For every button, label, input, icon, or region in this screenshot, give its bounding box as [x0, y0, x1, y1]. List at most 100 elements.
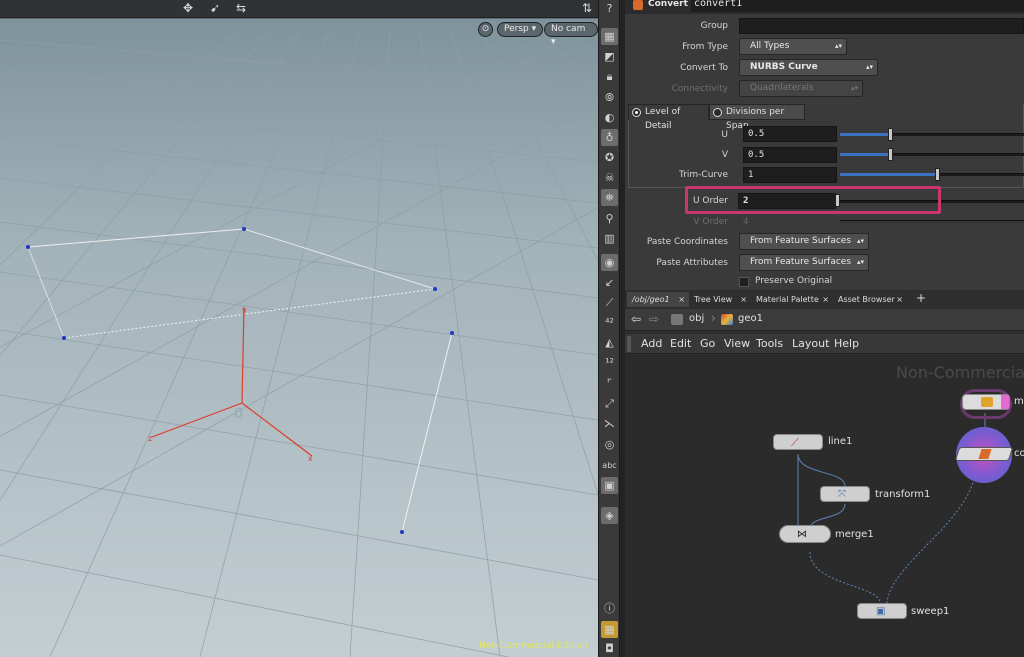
- menu-add[interactable]: Add: [641, 337, 662, 350]
- handles-tool-icon[interactable]: ⇆: [232, 0, 250, 16]
- convert-to-dropdown[interactable]: NURBS Curve ▴▾: [739, 59, 878, 76]
- node-name-field[interactable]: convert1: [691, 0, 1024, 12]
- scale-icon[interactable]: ⤢: [601, 395, 618, 412]
- merge-node-icon: ⋈: [797, 529, 807, 540]
- primitive-numbers-icon[interactable]: ◭: [601, 334, 618, 351]
- close-icon[interactable]: ×: [822, 292, 829, 307]
- node-sweep1[interactable]: ▣: [857, 603, 907, 619]
- menu-layout[interactable]: Layout: [792, 337, 829, 350]
- reference-icon[interactable]: ◈: [601, 507, 618, 524]
- from-type-dropdown[interactable]: All Types ▴▾: [739, 38, 847, 55]
- point-display-icon[interactable]: ◉: [601, 254, 618, 271]
- tab-divisions-per-span[interactable]: Divisions per Span: [709, 104, 805, 131]
- forward-icon[interactable]: ⇨: [649, 312, 659, 326]
- brush-icon[interactable]: ⟋: [601, 294, 618, 311]
- light-bulb-icon[interactable]: ✪: [601, 149, 618, 166]
- node-line1[interactable]: ⟋: [773, 434, 823, 450]
- node-header: Convert convert1: [625, 0, 1024, 14]
- axis-z-label: z: [148, 434, 152, 443]
- menu-edit[interactable]: Edit: [670, 337, 691, 350]
- edges-icon[interactable]: ⋋: [601, 415, 618, 432]
- light-icon[interactable]: ♁: [601, 129, 618, 146]
- camera-views-icon[interactable]: ▥: [601, 230, 618, 247]
- node-merge1[interactable]: ⋈: [779, 525, 831, 543]
- point-numbers-icon[interactable]: ⁴²: [601, 314, 618, 331]
- tab-asset-browser[interactable]: Asset Browser ×: [833, 292, 907, 307]
- paste-attrs-dropdown[interactable]: From Feature Surfaces ▴▾: [739, 254, 869, 271]
- camera-icon[interactable]: ⛯: [601, 189, 618, 206]
- display-options-icon[interactable]: ⇅: [578, 0, 596, 16]
- updown-arrow-icon: ▴▾: [834, 42, 842, 50]
- background-image-icon[interactable]: ▣: [601, 477, 618, 494]
- select-tool-icon[interactable]: ➹: [206, 0, 224, 16]
- menu-go[interactable]: Go: [700, 337, 715, 350]
- u-field[interactable]: 0.5: [743, 126, 837, 142]
- breadcrumb-obj[interactable]: obj: [689, 313, 704, 324]
- edition-label: Non-Commercial Edition: [478, 641, 588, 651]
- close-icon[interactable]: ×: [678, 292, 685, 307]
- pin-icon[interactable]: ⦾: [601, 89, 618, 106]
- transform-tool-icon[interactable]: ✥: [179, 0, 197, 16]
- convert-to-label: Convert To: [680, 63, 728, 73]
- u-slider-fill: [840, 133, 890, 136]
- v-slider-knob[interactable]: [888, 148, 893, 161]
- snap-icon[interactable]: ◩: [601, 48, 618, 65]
- node-transform1[interactable]: ⤧: [820, 486, 870, 502]
- menu-view[interactable]: View: [724, 337, 750, 350]
- vertex-numbers-icon[interactable]: ¹²: [601, 354, 618, 371]
- bounding-box-icon[interactable]: ⌜: [601, 375, 618, 392]
- group-field[interactable]: [739, 18, 1024, 34]
- visualize-icon[interactable]: ⚲: [601, 210, 618, 227]
- tab-level-of-detail[interactable]: Level of Detail: [628, 104, 709, 131]
- lock-camera-icon[interactable]: ⊙: [478, 22, 493, 37]
- tab-tree-view[interactable]: Tree View ×: [689, 292, 751, 307]
- close-icon[interactable]: ×: [740, 292, 747, 307]
- close-icon[interactable]: ×: [896, 292, 903, 307]
- u-slider-knob[interactable]: [888, 128, 893, 141]
- convert-node-icon: [978, 449, 992, 459]
- menu-help[interactable]: Help: [834, 337, 859, 350]
- trim-curve-slider-knob[interactable]: [935, 168, 940, 181]
- node-merge1-label: merge1: [835, 529, 874, 540]
- node-sweep1-label: sweep1: [911, 606, 950, 617]
- breadcrumb-geo1[interactable]: geo1: [738, 313, 763, 324]
- v-slider-fill: [840, 153, 890, 156]
- trim-curve-field[interactable]: 1: [743, 167, 837, 183]
- help-icon[interactable]: ?: [601, 0, 618, 17]
- 3d-viewport[interactable]: y z x 0 ✥ ➹ ⇆ ⇅ ⊙ Persp ▾ No cam ▾ Non-C…: [0, 0, 598, 657]
- v-order-field: 4: [743, 217, 749, 227]
- text-icon[interactable]: abc: [601, 457, 618, 474]
- grid-view-icon[interactable]: ▦: [601, 28, 618, 45]
- v-field[interactable]: 0.5: [743, 147, 837, 163]
- origin-label: 0: [234, 406, 243, 422]
- info-icon[interactable]: ⓘ: [601, 600, 618, 617]
- camera-menu[interactable]: No cam ▾: [544, 22, 598, 47]
- network-canvas[interactable]: Non-Commercial E ⟋ line1 ⤧ transform1: [625, 355, 1024, 657]
- snapshot-icon[interactable]: ◘: [601, 640, 618, 657]
- geo-icon: [721, 314, 733, 325]
- tab-material-palette[interactable]: Material Palette ×: [751, 292, 833, 307]
- node-m[interactable]: [962, 394, 1010, 410]
- paste-coords-dropdown[interactable]: From Feature Surfaces ▴▾: [739, 233, 869, 250]
- back-icon[interactable]: ⇦: [631, 312, 641, 326]
- trim-curve-label: Trim-Curve: [679, 170, 728, 180]
- normals-icon[interactable]: ↙: [601, 274, 618, 291]
- node-convert1[interactable]: [954, 447, 1014, 461]
- lock-icon[interactable]: 🔒︎: [601, 68, 618, 85]
- layout-icon[interactable]: ▦: [601, 621, 618, 638]
- menu-tools[interactable]: Tools: [756, 337, 783, 350]
- tab-obj-geo1[interactable]: /obj/geo1 ×: [627, 292, 689, 307]
- skull-icon[interactable]: ☠: [601, 169, 618, 186]
- line-node-icon: ⟋: [791, 436, 799, 449]
- persp-menu[interactable]: Persp ▾: [497, 22, 544, 37]
- sweep-node-icon: ▣: [876, 606, 886, 617]
- axis-y-label: y: [242, 306, 247, 315]
- parameter-panel: Convert convert1 Group From Type All Typ…: [625, 0, 1024, 290]
- record-icon[interactable]: ◎: [601, 436, 618, 453]
- shading-icon[interactable]: ◐: [601, 109, 618, 126]
- add-tab-button[interactable]: +: [911, 292, 927, 307]
- v-order-label: V Order: [693, 217, 728, 227]
- updown-arrow-icon: ▴▾: [850, 84, 858, 92]
- preserve-original-checkbox[interactable]: [739, 277, 749, 287]
- path-bar: ⇦ ⇨ obj › geo1: [625, 309, 1024, 331]
